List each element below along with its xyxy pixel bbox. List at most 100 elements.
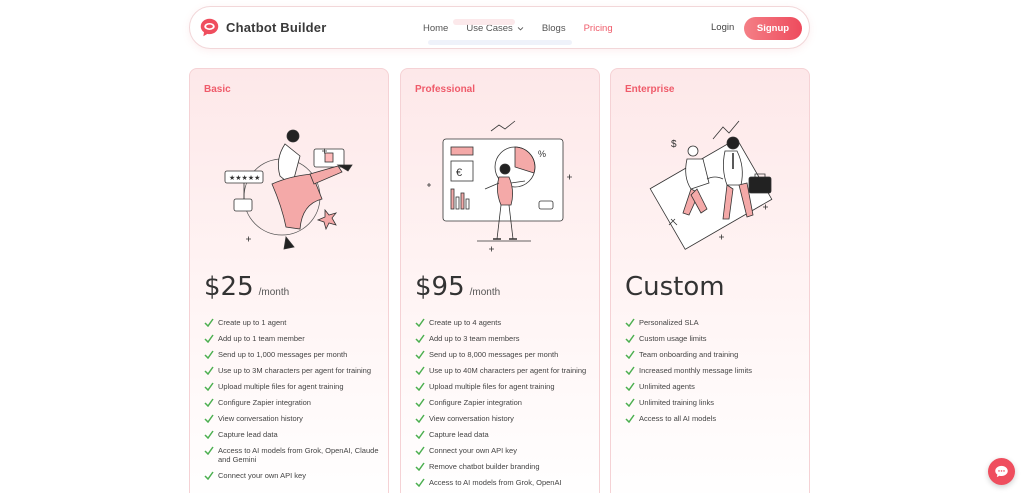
person-presenting-dashboard-icon: € % bbox=[427, 120, 572, 252]
feature-item: Upload multiple files for agent training bbox=[204, 382, 382, 391]
feature-text: Send up to 1,000 messages per month bbox=[218, 350, 348, 359]
check-icon bbox=[625, 398, 635, 407]
feature-item: Add up to 1 team member bbox=[204, 334, 382, 343]
check-icon bbox=[204, 446, 214, 455]
feature-item: View conversation history bbox=[415, 414, 593, 423]
feature-list: Create up to 1 agent Add up to 1 team me… bbox=[204, 318, 382, 487]
feature-text: Configure Zapier integration bbox=[429, 398, 522, 407]
check-icon bbox=[204, 382, 214, 391]
feature-item: Configure Zapier integration bbox=[204, 398, 382, 407]
feature-text: Unlimited agents bbox=[639, 382, 695, 391]
plan-period: /month bbox=[469, 287, 501, 298]
chevron-down-icon bbox=[517, 27, 524, 31]
feature-text: Access to AI models from Grok, OpenAI bbox=[429, 478, 562, 487]
check-icon bbox=[415, 446, 425, 455]
feature-text: Personalized SLA bbox=[639, 318, 699, 327]
plan-price: Custom bbox=[625, 272, 725, 302]
feature-text: Upload multiple files for agent training bbox=[218, 382, 344, 391]
person-jumping-with-rating-icon: ★★★★★ bbox=[224, 129, 353, 250]
check-icon bbox=[204, 350, 214, 359]
plan-title: Enterprise bbox=[625, 84, 675, 95]
feature-item: Remove chatbot builder branding bbox=[415, 462, 593, 471]
feature-item: Add up to 3 team members bbox=[415, 334, 593, 343]
check-icon bbox=[415, 414, 425, 423]
feature-item: Use up to 40M characters per agent for t… bbox=[415, 366, 593, 375]
feature-item: Access to AI models from Grok, OpenAI, C… bbox=[204, 446, 382, 464]
plan-price: $25 bbox=[204, 272, 254, 302]
check-icon bbox=[204, 366, 214, 375]
feature-text: Custom usage limits bbox=[639, 334, 707, 343]
brand-logo[interactable]: Chatbot Builder bbox=[199, 17, 327, 38]
nav-home[interactable]: Home bbox=[423, 23, 448, 34]
check-icon bbox=[415, 366, 425, 375]
nav-blogs[interactable]: Blogs bbox=[542, 23, 566, 34]
svg-text:★★★★★: ★★★★★ bbox=[229, 174, 260, 182]
plan-card-professional: Professional € % $95 /month Create up to… bbox=[400, 68, 600, 493]
signup-button[interactable]: Signup bbox=[744, 17, 802, 40]
feature-item: Create up to 1 agent bbox=[204, 318, 382, 327]
check-icon bbox=[204, 334, 214, 343]
check-icon bbox=[415, 334, 425, 343]
check-icon bbox=[625, 334, 635, 343]
feature-item: Unlimited agents bbox=[625, 382, 803, 391]
feature-text: Send up to 8,000 messages per month bbox=[429, 350, 559, 359]
plan-price: $95 bbox=[415, 272, 465, 302]
check-icon bbox=[415, 398, 425, 407]
feature-text: Add up to 3 team members bbox=[429, 334, 520, 343]
faded-background-shape bbox=[453, 19, 515, 25]
price-row: $95 /month bbox=[415, 272, 500, 302]
chat-bubble-logo-icon bbox=[200, 18, 219, 37]
check-icon bbox=[415, 318, 425, 327]
login-link[interactable]: Login bbox=[711, 22, 734, 33]
chat-widget-button[interactable] bbox=[988, 458, 1015, 485]
check-icon bbox=[415, 350, 425, 359]
feature-item: Upload multiple files for agent training bbox=[415, 382, 593, 391]
feature-item: Personalized SLA bbox=[625, 318, 803, 327]
feature-text: Connect your own API key bbox=[429, 446, 517, 455]
check-icon bbox=[204, 398, 214, 407]
feature-text: Unlimited training links bbox=[639, 398, 715, 407]
feature-item: Access to AI models from Grok, OpenAI bbox=[415, 478, 593, 487]
feature-text: Use up to 3M characters per agent for tr… bbox=[218, 366, 371, 375]
feature-text: Access to all AI models bbox=[639, 414, 717, 423]
feature-item: Connect your own API key bbox=[415, 446, 593, 455]
check-icon bbox=[415, 478, 425, 487]
plan-card-basic: Basic ★★★★★ $25 /month Create up to 1 ag… bbox=[189, 68, 389, 493]
plan-card-enterprise: Enterprise $ Custom Personalized SLA Cus… bbox=[610, 68, 810, 493]
feature-text: Use up to 40M characters per agent for t… bbox=[429, 366, 587, 375]
business-handshake-icon: $ bbox=[649, 120, 773, 250]
feature-item: Send up to 8,000 messages per month bbox=[415, 350, 593, 359]
check-icon bbox=[204, 471, 214, 480]
feature-item: View conversation history bbox=[204, 414, 382, 423]
plan-period: /month bbox=[258, 287, 290, 298]
check-icon bbox=[204, 318, 214, 327]
check-icon bbox=[625, 414, 635, 423]
feature-text: View conversation history bbox=[429, 414, 514, 423]
feature-text: Create up to 4 agents bbox=[429, 318, 502, 327]
feature-text: Configure Zapier integration bbox=[218, 398, 311, 407]
feature-item: Configure Zapier integration bbox=[415, 398, 593, 407]
plan-title: Professional bbox=[415, 84, 476, 95]
price-row: $25 /month bbox=[204, 272, 289, 302]
feature-item: Capture lead data bbox=[204, 430, 382, 439]
check-icon bbox=[625, 382, 635, 391]
feature-item: Access to all AI models bbox=[625, 414, 803, 423]
chat-icon bbox=[995, 465, 1008, 478]
svg-text:$: $ bbox=[671, 139, 677, 150]
nav-pricing[interactable]: Pricing bbox=[584, 23, 613, 34]
check-icon bbox=[415, 382, 425, 391]
feature-item: Create up to 4 agents bbox=[415, 318, 593, 327]
feature-text: Team onboarding and training bbox=[639, 350, 739, 359]
feature-text: Connect your own API key bbox=[218, 471, 306, 480]
feature-text: Capture lead data bbox=[429, 430, 489, 439]
feature-text: View conversation history bbox=[218, 414, 303, 423]
feature-list: Personalized SLA Custom usage limits Tea… bbox=[625, 318, 803, 430]
feature-list: Create up to 4 agents Add up to 3 team m… bbox=[415, 318, 593, 493]
feature-item: Send up to 1,000 messages per month bbox=[204, 350, 382, 359]
feature-item: Increased monthly message limits bbox=[625, 366, 803, 375]
check-icon bbox=[625, 318, 635, 327]
feature-item: Team onboarding and training bbox=[625, 350, 803, 359]
svg-text:%: % bbox=[538, 149, 546, 159]
feature-text: Increased monthly message limits bbox=[639, 366, 752, 375]
feature-text: Access to AI models from Grok, OpenAI, C… bbox=[218, 446, 379, 464]
